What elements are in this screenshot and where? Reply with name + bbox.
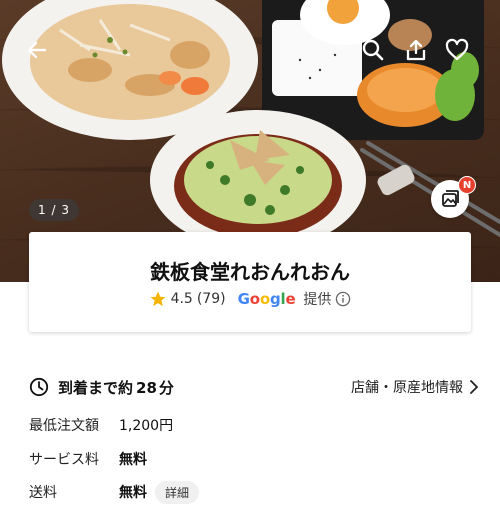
star-icon	[150, 291, 166, 307]
rating-row[interactable]: 4.5 (79) Google 提供	[29, 289, 471, 309]
rating-value: 4.5	[170, 291, 193, 307]
photo-counter: 1 / 3	[29, 199, 79, 221]
search-icon	[362, 39, 384, 61]
min-order-value: 1,200円	[119, 418, 174, 434]
delivery-time-value: 28	[136, 378, 157, 397]
share-icon	[406, 39, 426, 61]
delivery-time: 到着まで約 28 分	[29, 377, 174, 398]
chevron-right-icon	[470, 380, 478, 394]
google-letter: g	[269, 290, 281, 308]
store-card: 鉄板食堂れおんれおん 4.5 (79) Google 提供	[29, 232, 471, 332]
search-button[interactable]	[356, 33, 390, 67]
min-order-label: 最低注文額	[29, 418, 99, 434]
service-fee-label: サービス料	[29, 452, 99, 468]
store-name: 鉄板食堂れおんれおん	[150, 260, 350, 284]
service-fee-value: 無料	[119, 452, 147, 468]
store-info-link[interactable]: 店舗・原産地情報	[351, 377, 479, 397]
detail-button[interactable]: 詳細	[155, 480, 200, 504]
delivery-row: 到着まで約 28 分 店舗・原産地情報	[29, 374, 479, 400]
favorite-button[interactable]	[440, 33, 474, 67]
info-icon[interactable]	[335, 291, 351, 307]
new-badge: N	[458, 176, 476, 194]
google-letter: G	[237, 290, 250, 308]
google-letter: o	[259, 290, 270, 308]
delivery-fee-value: 無料	[119, 485, 147, 501]
delivery-fee-label: 送料	[29, 485, 57, 501]
gallery-icon	[442, 190, 459, 207]
clock-icon	[29, 377, 49, 397]
delivery-fee-row: 送料 無料 詳細	[29, 480, 200, 504]
google-letter: o	[249, 290, 260, 308]
google-logo: Google	[238, 290, 296, 308]
back-button[interactable]	[20, 33, 54, 67]
provided-label: 提供	[303, 292, 332, 308]
google-letter: e	[285, 290, 296, 308]
back-arrow-icon	[27, 41, 47, 59]
heart-icon	[445, 38, 469, 61]
delivery-time-prefix: 到着まで約	[58, 378, 134, 397]
store-info-link-label: 店舗・原産地情報	[351, 380, 463, 396]
min-order-row: 最低注文額 1,200円	[29, 413, 173, 437]
delivery-time-unit: 分	[158, 378, 174, 397]
share-button[interactable]	[399, 33, 433, 67]
review-count: (79)	[196, 291, 226, 307]
delivery-time-text: 到着まで約 28 分	[58, 377, 174, 398]
service-fee-row: サービス料 無料	[29, 447, 147, 471]
